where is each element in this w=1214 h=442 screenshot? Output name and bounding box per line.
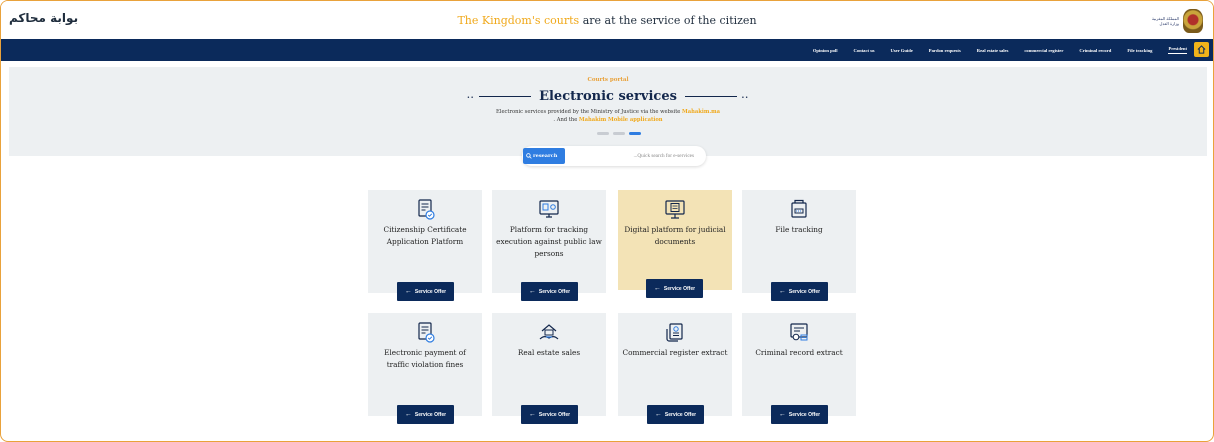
service-card[interactable]: Commercial register extract ← Service Offe…	[618, 313, 732, 424]
slide-pager	[597, 132, 641, 135]
service-card[interactable]: Citizenship Certificate Application Plat…	[368, 190, 482, 301]
service-offer-button[interactable]: ← Service Offer	[646, 279, 703, 298]
arrow-left-icon: ←	[778, 411, 786, 418]
hero-subtitle: Courts portal	[587, 77, 629, 83]
hero-banner: Courts portal ·· Electronic services ·· …	[9, 67, 1207, 156]
nav-item[interactable]: commercial register	[1024, 48, 1063, 53]
site-tagline: The Kingdom's courts are at the service …	[1, 14, 1213, 27]
payment-certificate-icon	[368, 321, 482, 347]
service-offer-label: Service Offer	[538, 411, 571, 418]
title-rule-left	[478, 96, 531, 97]
service-card-title: File tracking	[775, 225, 823, 234]
service-offer-label: Service Offer	[788, 411, 821, 418]
nav-item[interactable]: File tracking	[1127, 48, 1152, 53]
real-estate-icon	[492, 321, 606, 347]
monitor-tracking-icon	[492, 198, 606, 224]
arrow-left-icon: ←	[528, 288, 536, 295]
arrow-left-icon: ←	[653, 285, 661, 292]
page-frame: بوابة محاكم The Kingdom's courts are at …	[0, 0, 1214, 442]
desc-line2: . And the	[553, 117, 579, 123]
nav-items: Opinion poll Contact us User Guide Pardon r…	[813, 39, 1187, 61]
search-bar: research	[522, 146, 706, 166]
service-offer-label: Service Offer	[538, 288, 571, 295]
service-offer-label: Service Offer	[788, 288, 821, 295]
service-card-title: Real estate sales	[517, 348, 581, 357]
arrow-left-icon: ←	[404, 411, 412, 418]
arrow-left-icon: ←	[654, 411, 662, 418]
home-button[interactable]	[1194, 42, 1209, 57]
service-card[interactable]: Real estate sales ← Service Offer	[492, 313, 606, 424]
hero-title: Electronic services	[539, 89, 677, 104]
service-offer-button[interactable]: ← Service Offer	[521, 405, 578, 424]
arrow-left-icon: ←	[528, 411, 536, 418]
digital-documents-icon	[618, 198, 732, 224]
emblem-text: المملكة المغربية وزارة العدل	[1151, 16, 1179, 26]
nav-item[interactable]: User Guide	[891, 48, 913, 53]
service-offer-button[interactable]: ← Service Offer	[397, 282, 454, 301]
crest-icon	[1183, 9, 1203, 33]
tagline-highlight: The Kingdom's courts	[457, 14, 580, 27]
nav-item[interactable]: Contact us	[853, 48, 874, 53]
nav-item[interactable]: Criminal record	[1079, 48, 1111, 53]
tagline-rest: are at the service of the citizen	[579, 14, 757, 27]
ministry-emblem[interactable]: المملكة المغربية وزارة العدل	[1151, 7, 1207, 35]
criminal-record-icon	[742, 321, 856, 347]
service-card-title: Platform for tracking execution against …	[496, 225, 602, 258]
arrow-left-icon: ←	[404, 288, 412, 295]
service-card[interactable]: Electronic payment of traffic violation …	[368, 313, 482, 424]
search-icon	[526, 153, 532, 159]
top-header: بوابة محاكم The Kingdom's courts are at …	[1, 1, 1213, 39]
mobile-app-link[interactable]: Mahakim Mobile application	[579, 117, 663, 123]
service-offer-button[interactable]: ← Service Offer	[521, 282, 578, 301]
service-card[interactable]: Digital platform for judicial documents ←…	[618, 190, 732, 298]
slide-dot[interactable]	[613, 132, 625, 135]
file-tracking-icon	[742, 198, 856, 224]
mahakim-link[interactable]: Mahakim.ma	[682, 109, 720, 115]
nav-item[interactable]: President	[1168, 46, 1187, 54]
nav-item[interactable]: Pardon requests	[929, 48, 961, 53]
desc-line1: Electronic services provided by the Mini…	[496, 109, 683, 115]
service-card-title: Criminal record extract	[755, 348, 843, 357]
hero-title-row: ·· Electronic services ··	[9, 89, 1207, 104]
service-offer-button[interactable]: ← Service Offer	[771, 405, 828, 424]
title-rule-right	[685, 96, 738, 97]
search-button[interactable]: research	[523, 148, 565, 164]
service-offer-label: Service Offer	[663, 285, 696, 292]
service-card-title: Digital platform for judicial documents	[624, 225, 726, 246]
service-offer-label: Service Offer	[414, 411, 447, 418]
arrow-left-icon: ←	[778, 288, 786, 295]
title-dots-right: ··	[741, 91, 750, 102]
service-card[interactable]: Platform for tracking execution against …	[492, 190, 606, 301]
service-offer-button[interactable]: ← Service Offer	[647, 405, 704, 424]
service-offer-button[interactable]: ← Service Offer	[397, 405, 454, 424]
hero-description: Electronic services provided by the Mini…	[9, 108, 1207, 124]
service-card[interactable]: File tracking ← Service Offer	[742, 190, 856, 301]
slide-dot[interactable]	[597, 132, 609, 135]
service-card[interactable]: Criminal record extract ← Service Offer	[742, 313, 856, 424]
slide-dot[interactable]	[629, 132, 641, 135]
home-icon	[1197, 45, 1206, 54]
service-card-title: Commercial register extract	[622, 348, 728, 357]
service-offer-label: Service Offer	[664, 411, 697, 418]
nav-item[interactable]: Real estate sales	[977, 48, 1009, 53]
certificate-icon	[368, 198, 482, 224]
nav-item[interactable]: Opinion poll	[813, 48, 838, 53]
service-card-title: Citizenship Certificate Application Plat…	[383, 225, 467, 246]
title-dots-left: ··	[466, 91, 475, 102]
service-card-title: Electronic payment of traffic violation …	[384, 348, 466, 369]
service-offer-label: Service Offer	[414, 288, 447, 295]
main-navbar: Opinion poll Contact us User Guide Pardon r…	[1, 39, 1213, 61]
service-offer-button[interactable]: ← Service Offer	[771, 282, 828, 301]
register-extract-icon	[618, 321, 732, 347]
search-input[interactable]	[570, 149, 700, 163]
search-button-label: research	[533, 153, 558, 159]
